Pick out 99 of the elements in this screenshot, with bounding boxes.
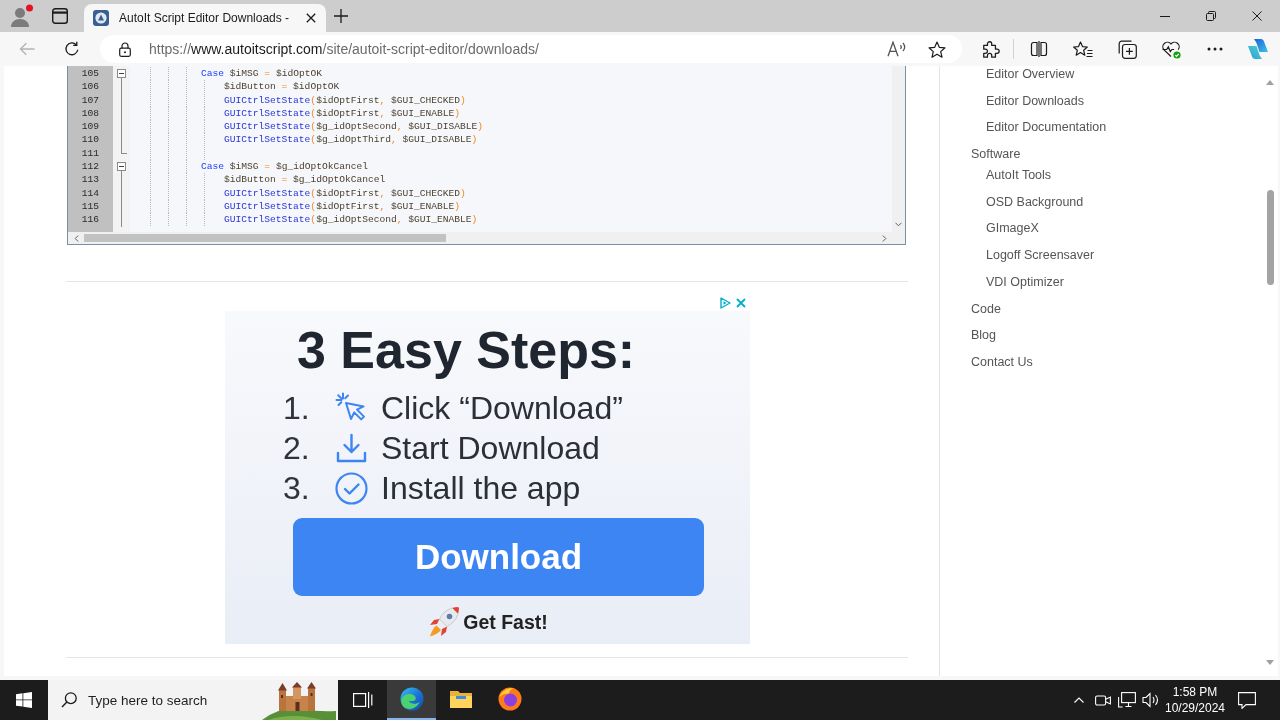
restore-icon[interactable] bbox=[1206, 11, 1216, 21]
read-aloud-icon[interactable] bbox=[887, 41, 907, 57]
nav-link[interactable]: Contact Us bbox=[971, 353, 1033, 370]
nav-link[interactable]: Logoff Screensaver bbox=[986, 247, 1095, 264]
folder-icon bbox=[448, 689, 473, 709]
line-number: 115 bbox=[80, 199, 100, 214]
step-number: 1. bbox=[283, 389, 311, 428]
nav-link[interactable]: Editor Downloads bbox=[986, 92, 1084, 109]
step-number: 2. bbox=[283, 429, 311, 468]
site-logo-icon bbox=[93, 10, 109, 26]
scroll-left-icon[interactable] bbox=[73, 234, 79, 242]
vertical-scrollbar[interactable] bbox=[892, 66, 905, 232]
line-number: 108 bbox=[80, 106, 100, 121]
more-icon[interactable] bbox=[1207, 47, 1223, 51]
step-text: Start Download bbox=[381, 429, 600, 468]
browser-tab[interactable]: AutoIt Script Editor Downloads - bbox=[84, 4, 326, 32]
message-icon[interactable] bbox=[1238, 691, 1256, 709]
lock-icon[interactable] bbox=[119, 41, 131, 57]
minimize-icon[interactable] bbox=[1160, 15, 1170, 17]
scroll-down-icon[interactable] bbox=[895, 222, 902, 227]
nav-link[interactable]: OSD Background bbox=[986, 193, 1084, 210]
ad-banner[interactable]: 3 Easy Steps: 1. Click “Download” 2. Start Download 3. Install the app Download Get Fast! bbox=[225, 311, 750, 644]
clock-time: 1:58 PM bbox=[1172, 684, 1218, 700]
window-icon[interactable] bbox=[52, 8, 68, 24]
code-line: Case $iMSG = $idOptOK bbox=[201, 67, 322, 81]
code-line: $idButton = $g_idOptOkCancel bbox=[224, 173, 386, 187]
search-icon bbox=[61, 692, 77, 708]
profile-icon[interactable] bbox=[10, 4, 34, 28]
download-button[interactable]: Download bbox=[293, 518, 704, 596]
nav-link[interactable]: Software bbox=[971, 146, 1021, 163]
line-number: 114 bbox=[80, 186, 100, 200]
ad-headline: 3 Easy Steps: bbox=[297, 322, 636, 378]
split-screen-icon[interactable] bbox=[1030, 41, 1048, 57]
globe-logo-icon bbox=[497, 687, 522, 711]
scroll-right-icon[interactable] bbox=[881, 234, 887, 242]
nav-link[interactable]: VDI Optimizer bbox=[986, 273, 1064, 290]
star-icon[interactable] bbox=[928, 40, 946, 58]
code-line: GUICtrlSetState($idOptFirst, $GUI_CHECKED) bbox=[224, 93, 466, 107]
step-text: Install the app bbox=[381, 469, 581, 508]
collapse-icon[interactable] bbox=[117, 69, 126, 78]
heart-pulse-icon[interactable] bbox=[1161, 39, 1181, 59]
plus-icon[interactable] bbox=[334, 9, 348, 23]
code-line: GUICtrlSetState($g_idOptSecond, $GUI_ENABLE) bbox=[224, 213, 478, 227]
puzzle-icon[interactable] bbox=[982, 40, 1000, 58]
line-number: 109 bbox=[80, 120, 100, 134]
step-text: Click “Download” bbox=[381, 389, 623, 428]
code-line: GUICtrlSetState($idOptFirst, $GUI_CHECKED) bbox=[224, 186, 466, 200]
code-line: GUICtrlSetState($g_idOptThird, $GUI_DISABLE) bbox=[224, 133, 478, 147]
nav-link[interactable]: Editor Overview bbox=[986, 66, 1075, 82]
nav-link[interactable]: Blog bbox=[971, 327, 997, 344]
step-number: 3. bbox=[283, 469, 311, 508]
code-line: GUICtrlSetState($idOptFirst, $GUI_ENABLE) bbox=[224, 199, 461, 214]
scroll-up-icon[interactable] bbox=[1266, 80, 1274, 85]
horizontal-scrollbar[interactable] bbox=[68, 232, 905, 244]
nav-link[interactable]: GImageX bbox=[986, 220, 1039, 237]
gradient-logo-icon[interactable] bbox=[1247, 38, 1269, 60]
collections-icon[interactable] bbox=[1117, 39, 1137, 59]
castle-icon bbox=[262, 682, 336, 720]
play-triangle-icon[interactable] bbox=[720, 297, 731, 309]
nav-link[interactable]: Code bbox=[971, 300, 1001, 317]
check-circle-icon bbox=[335, 471, 368, 505]
line-number: 107 bbox=[80, 93, 100, 107]
nav-link[interactable]: Editor Documentation bbox=[986, 119, 1107, 136]
search-bar[interactable]: Type here to search bbox=[48, 680, 338, 720]
code-line: GUICtrlSetState($g_idOptSecond, $GUI_DISABLE) bbox=[224, 120, 484, 134]
line-number: 116 bbox=[80, 213, 100, 227]
taskbar-app-button[interactable] bbox=[387, 680, 436, 720]
star-list-icon[interactable] bbox=[1073, 40, 1093, 58]
close-icon[interactable] bbox=[1252, 11, 1262, 21]
line-number: 112 bbox=[80, 160, 100, 174]
wave-logo-icon bbox=[399, 687, 424, 711]
line-number: 113 bbox=[80, 173, 100, 187]
line-number: 105 bbox=[80, 67, 100, 81]
address-bar[interactable]: https://www.autoitscript.com/site/autoit-script-editor/downloads/ bbox=[100, 35, 962, 63]
clock-date: 10/29/2024 bbox=[1164, 700, 1226, 716]
camera-icon[interactable] bbox=[1095, 692, 1111, 708]
start-icon[interactable] bbox=[16, 692, 32, 708]
code-line: GUICtrlSetState($idOptFirst, $GUI_ENABLE) bbox=[224, 106, 461, 121]
rocket-icon bbox=[427, 605, 462, 639]
close-icon[interactable] bbox=[306, 13, 316, 23]
address-url[interactable]: https://www.autoitscript.com/site/autoit-script-editor/downloads/ bbox=[149, 41, 887, 57]
scrollbar-thumb[interactable] bbox=[84, 234, 446, 242]
code-line: $idButton = $idOptOK bbox=[224, 80, 340, 94]
line-number: 111 bbox=[80, 146, 100, 161]
refresh-icon[interactable] bbox=[64, 41, 80, 57]
download-icon bbox=[335, 431, 368, 465]
line-number: 110 bbox=[80, 133, 100, 147]
collapse-icon[interactable] bbox=[117, 162, 126, 172]
scroll-down-icon[interactable] bbox=[1266, 660, 1274, 665]
ad-tagline: Get Fast! bbox=[463, 610, 548, 634]
line-number: 106 bbox=[80, 80, 100, 94]
task-view-icon[interactable] bbox=[352, 692, 373, 708]
chevron-up-icon[interactable] bbox=[1074, 697, 1084, 703]
scrollbar-thumb[interactable] bbox=[1266, 190, 1274, 285]
search-field[interactable]: Type here to search bbox=[88, 692, 251, 708]
speaker-icon[interactable] bbox=[1142, 692, 1160, 708]
network-icon[interactable] bbox=[1118, 692, 1136, 708]
code-line: Case $iMSG = $g_idOptOkCancel bbox=[201, 160, 368, 174]
nav-link[interactable]: AutoIt Tools bbox=[986, 167, 1052, 184]
